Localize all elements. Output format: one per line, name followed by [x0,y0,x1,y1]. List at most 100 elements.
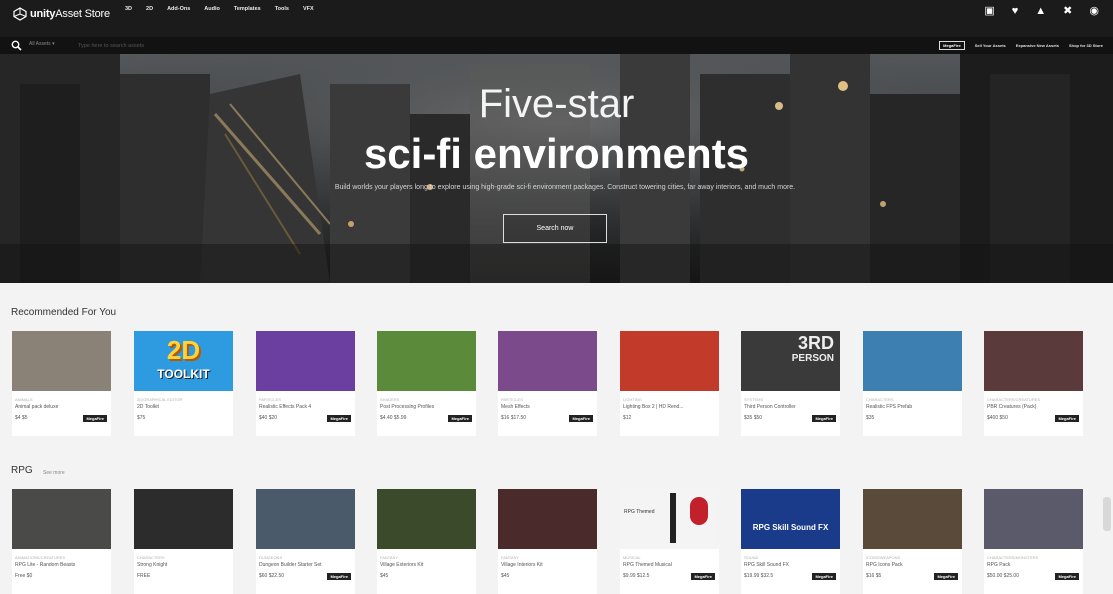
hero-banner: Five-star sci-fi environments Build worl… [0,54,1113,283]
nav-templates[interactable]: Templates [234,6,261,12]
asset-name[interactable]: RPG Skill Sound FX [744,562,837,568]
asset-thumbnail[interactable] [377,331,476,391]
asset-name[interactable]: 2D Toolkit [137,404,230,410]
asset-thumbnail[interactable] [498,489,597,549]
megafire-badge: MegaFire [448,415,472,422]
asset-name[interactable]: Strong Knight [137,562,230,568]
asset-thumbnail[interactable] [863,331,962,391]
asset-price: $40 $20 [259,415,278,421]
asset-name[interactable]: RPG Pack [987,562,1080,568]
asset-thumbnail[interactable] [12,331,111,391]
search-icon[interactable] [11,40,22,51]
asset-name[interactable]: Lighting Box 2 | HD Rend... [623,404,716,410]
asset-card[interactable]: FANTASY Village Interiors Kit $45 [498,489,597,594]
asset-card[interactable]: RPG Themed MUSICAL RPG Themed Musical $9.99… [620,489,719,594]
asset-name[interactable]: RPG Themed Musical [623,562,716,568]
asset-card[interactable]: DUNGEONS Dungeon Builder Starter Set $60 $… [256,489,355,594]
asset-name[interactable]: Animal pack deluxe [15,404,108,410]
heart-icon[interactable]: ♥ [1012,5,1019,17]
unity-cube-icon [13,7,27,21]
asset-name[interactable]: Village Exteriors Kit [380,562,473,568]
asset-name[interactable]: Third Person Controller [744,404,837,410]
asset-card[interactable]: SHADERS Post Processing Profiles $4.40 $5.… [377,331,476,436]
promo-links: MegaFire Sell Your Assets Expansive New … [939,41,1103,50]
nav-vfx[interactable]: VFX [303,6,314,12]
asset-card[interactable]: ICONS/WEAPONS RPG Icons Pack $16 $5 MegaFir… [863,489,962,594]
asset-thumbnail[interactable] [12,489,111,549]
third-person-thumb-subtext: PERSON [791,353,834,364]
asset-name[interactable]: Village Interiors Kit [501,562,594,568]
asset-name[interactable]: RPG Lite - Random Beasts [15,562,108,568]
bell-icon[interactable]: ▲ [1035,5,1046,17]
asset-price: Free $0 [15,573,33,579]
unity-asset-store-logo[interactable]: unity Asset Store [13,5,110,23]
cart-icon[interactable]: ✖ [1063,5,1072,17]
asset-card[interactable]: PARTICLES Realistic Effects Pack 4 $40 $20… [256,331,355,436]
asset-card[interactable]: CHARACTERS Realistic FPS Prefab $35 [863,331,962,436]
skill-fx-thumb-text: RPG Skill Sound FX [752,523,829,532]
megafire-badge: MegaFire [691,573,715,580]
recommended-section-title: Recommended For You [11,307,117,318]
nav-audio[interactable]: Audio [204,6,220,12]
top-nav-bar: unity Asset Store 3D 2D Add-Ons Audio Tem… [0,0,1113,37]
asset-card[interactable]: 2D TOOLKIT 2D/GRAPHICAL EDITOR 2D Toolkit $7… [134,331,233,436]
nav-2d[interactable]: 2D [146,6,153,12]
nav-add-ons[interactable]: Add-Ons [167,6,190,12]
asset-card[interactable]: ANIMATIONS/CREATURES RPG Lite - Random Be… [12,489,111,594]
asset-price: $50.00 $25.00 [987,573,1019,579]
search-scope-dropdown[interactable]: All Assets ▾ [29,41,55,47]
asset-card[interactable]: CHARACTERS/MONSTERS RPG Pack $50.00 $25.00… [984,489,1083,594]
asset-price: $45 [380,573,389,579]
asset-thumbnail[interactable] [984,489,1083,549]
nav-tools[interactable]: Tools [275,6,289,12]
asset-thumbnail[interactable] [620,331,719,391]
sell-assets-link[interactable]: Sell Your Assets [975,43,1006,48]
asset-name[interactable]: Post Processing Profiles [380,404,473,410]
asset-card[interactable]: ANIMALS Animal pack deluxe $4 $5 MegaFire [12,331,111,436]
asset-thumbnail[interactable] [377,489,476,549]
asset-card[interactable]: RPG Skill Sound FX SOUND RPG Skill Sound F… [741,489,840,594]
search-now-button[interactable]: Search now [503,214,607,243]
search-input[interactable] [78,39,378,52]
asset-price: $45 [501,573,510,579]
carousel-next-arrow[interactable] [1103,497,1111,531]
new-assets-link[interactable]: Expansive New Assets [1016,43,1059,48]
asset-card[interactable]: PARTICLES Mesh Effects $16 $17.50 MegaFire [498,331,597,436]
asset-card[interactable]: FANTASY Village Exteriors Kit $45 [377,489,476,594]
asset-thumbnail[interactable]: RPG Themed [620,489,719,549]
asset-name[interactable]: Realistic FPS Prefab [866,404,959,410]
rpg-music-thumb-text: RPG Themed [624,509,655,515]
asset-card[interactable]: CHARACTERS Strong Knight FREE [134,489,233,594]
asset-category: ANIMALS [15,397,33,402]
asset-thumbnail[interactable]: 2D TOOLKIT [134,331,233,391]
asset-card[interactable]: LIGHTING Lighting Box 2 | HD Rend... $12 [620,331,719,436]
user-icon[interactable]: ◉ [1089,5,1099,17]
toolkit-thumb-text: 2D [166,335,201,365]
asset-name[interactable]: Dungeon Builder Starter Set [259,562,352,568]
asset-card[interactable]: CHARACTERS/CREATURES PBR Creatures (Pack)… [984,331,1083,436]
grid-icon[interactable]: ▣ [984,5,994,17]
asset-thumbnail[interactable] [863,489,962,549]
hero-title-line2: sci-fi environments [363,130,750,177]
asset-name[interactable]: Realistic Effects Pack 4 [259,404,352,410]
asset-thumbnail[interactable] [984,331,1083,391]
asset-thumbnail[interactable]: RPG Skill Sound FX [741,489,840,549]
shop-3d-link[interactable]: Shop for 3D Store [1069,43,1103,48]
asset-name[interactable]: RPG Icons Pack [866,562,959,568]
megafire-badge: MegaFire [812,573,836,580]
asset-category: FANTASY [380,555,398,560]
nav-3d[interactable]: 3D [125,6,132,12]
asset-card[interactable]: 3RD PERSON SYSTEMS Third Person Controller $… [741,331,840,436]
see-more-link[interactable]: See more [43,470,65,476]
asset-thumbnail[interactable] [256,489,355,549]
asset-thumbnail[interactable]: 3RD PERSON [741,331,840,391]
megafire-badge: MegaFire [327,573,351,580]
asset-name[interactable]: Mesh Effects [501,404,594,410]
asset-category: SHADERS [380,397,400,402]
asset-thumbnail[interactable] [498,331,597,391]
megafire-pill[interactable]: MegaFire [939,41,965,50]
hero-title-line1: Five-star [478,82,635,126]
asset-thumbnail[interactable] [256,331,355,391]
asset-name[interactable]: PBR Creatures (Pack) [987,404,1080,410]
asset-thumbnail[interactable] [134,489,233,549]
